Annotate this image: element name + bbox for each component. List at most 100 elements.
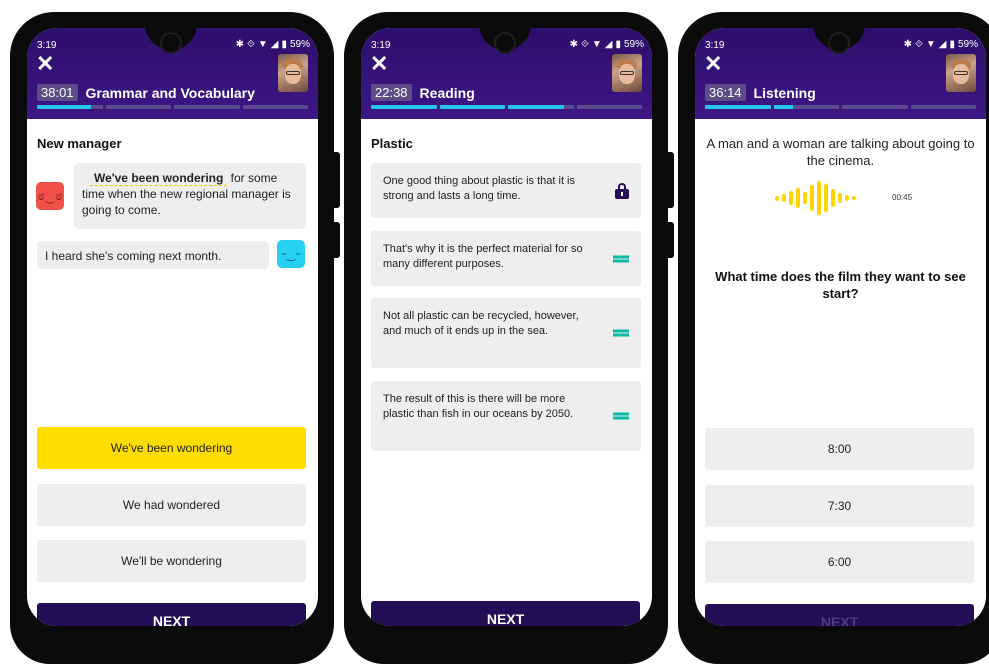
next-button[interactable]: NEXT	[705, 604, 974, 626]
camera-notch	[494, 32, 516, 54]
signal-icon: ◢	[938, 39, 947, 50]
answer-option[interactable]: 6:00	[705, 541, 974, 583]
reply-text: I heard she's coming next month.	[45, 249, 222, 263]
signal-icon: ◢	[604, 39, 613, 50]
next-button[interactable]: NEXT	[37, 603, 306, 626]
screen: 3:19 ✱ ⟐ ▼ ◢ ▮ 59% ✕ 22:38 Reading Plast…	[361, 28, 652, 626]
status-icons: ✱ ⟐ ▼ ◢ ▮ 59%	[570, 39, 644, 50]
progress-segment	[105, 105, 171, 109]
answer-option[interactable]: We had wondered	[37, 484, 306, 526]
status-icons: ✱ ⟐ ▼ ◢ ▮ 59%	[236, 39, 310, 50]
progress-segment	[37, 105, 103, 109]
progress-bar	[371, 105, 642, 109]
progress-bar	[37, 105, 308, 109]
battery-icon: ▮	[949, 39, 955, 50]
answer-label: 7:30	[827, 499, 852, 513]
paragraph-text: One good thing about plastic is that it …	[383, 175, 576, 202]
screen: 3:19 ✱ ⟐ ▼ ◢ ▮ 59% ✕ 36:14 Listening A m…	[695, 28, 986, 626]
side-button	[668, 222, 674, 258]
answer-label: 6:00	[827, 555, 852, 569]
task-title: New manager	[37, 136, 122, 151]
close-icon[interactable]: ✕	[704, 53, 722, 75]
section-title: Listening	[753, 84, 816, 101]
answer-option[interactable]: 8:00	[705, 428, 974, 470]
paragraph-card[interactable]: Not all plastic can be recycled, however…	[371, 298, 641, 368]
bluetooth-icon: ✱	[903, 39, 912, 50]
answer-blank[interactable]: We've been wondering	[90, 171, 228, 186]
smiling-face-icon: ᵕ‿ᵕ	[277, 240, 305, 268]
next-label: NEXT	[152, 613, 191, 626]
lock-icon	[615, 182, 629, 199]
progress-segment	[371, 105, 437, 109]
battery-icon: ▮	[615, 39, 621, 50]
phone-grammar: 3:19 ✱ ⟐ ▼ ◢ ▮ 59% ✕ 38:01 Grammar and V…	[10, 12, 340, 664]
answer-label: We'll be wondering	[121, 554, 222, 568]
answer-label: We've been wondering	[110, 441, 233, 455]
progress-segment	[174, 105, 240, 109]
task-title: Plastic	[371, 136, 413, 151]
drag-handle-icon[interactable]	[613, 329, 629, 337]
progress-bar	[705, 105, 976, 109]
side-button	[334, 222, 340, 258]
timer: 38:01	[37, 84, 78, 101]
progress-segment	[576, 105, 642, 109]
audio-waveform-icon[interactable]	[775, 180, 856, 216]
status-time: 3:19	[705, 40, 725, 51]
phone-listening: 3:19 ✱ ⟐ ▼ ◢ ▮ 59% ✕ 36:14 Listening A m…	[678, 12, 989, 664]
vibrate-icon: ⟐	[914, 39, 923, 50]
timer-row: 38:01 Grammar and Vocabulary	[37, 84, 255, 101]
side-button	[668, 152, 674, 208]
bluetooth-icon: ✱	[235, 39, 244, 50]
timer-row: 22:38 Reading	[371, 84, 475, 101]
camera-notch	[160, 32, 182, 54]
phone-reading: 3:19 ✱ ⟐ ▼ ◢ ▮ 59% ✕ 22:38 Reading Plast…	[344, 12, 674, 664]
next-label: NEXT	[486, 611, 525, 626]
screen: 3:19 ✱ ⟐ ▼ ◢ ▮ 59% ✕ 38:01 Grammar and V…	[27, 28, 318, 626]
battery-icon: ▮	[281, 39, 287, 50]
wifi-icon: ▼	[591, 39, 602, 50]
timer: 36:14	[705, 84, 746, 101]
side-button	[334, 152, 340, 208]
answer-option[interactable]: 7:30	[705, 485, 974, 527]
speech-bubble: We've been wondering for some time when …	[74, 163, 306, 229]
content: Plastic One good thing about plastic is …	[361, 119, 652, 626]
paragraph-text: Not all plastic can be recycled, however…	[383, 310, 579, 337]
wifi-icon: ▼	[257, 39, 268, 50]
audio-prompt: A man and a woman are talking about goin…	[706, 136, 975, 168]
bluetooth-icon: ✱	[569, 39, 578, 50]
audio-duration: 00:45	[892, 193, 913, 202]
close-icon[interactable]: ✕	[36, 53, 54, 75]
camera-notch	[828, 32, 850, 54]
paragraph-card[interactable]: That's why it is the perfect material fo…	[371, 231, 641, 286]
status-time: 3:19	[37, 40, 57, 51]
paragraph-card[interactable]: The result of this is there will be more…	[371, 381, 641, 451]
reply-bubble: I heard she's coming next month.	[37, 241, 269, 269]
close-icon[interactable]: ✕	[370, 53, 388, 75]
battery-level: 59%	[289, 39, 310, 50]
status-icons: ✱ ⟐ ▼ ◢ ▮ 59%	[904, 39, 978, 50]
progress-segment	[842, 105, 908, 109]
answer-label: We had wondered	[122, 498, 221, 512]
timer: 22:38	[371, 84, 412, 101]
progress-segment	[910, 105, 976, 109]
answer-label: 8:00	[827, 442, 852, 456]
next-label: NEXT	[820, 614, 859, 626]
avatar	[278, 54, 308, 92]
drag-handle-icon[interactable]	[613, 255, 629, 262]
paragraph-text: That's why it is the perfect material fo…	[383, 243, 583, 270]
progress-segment	[439, 105, 505, 109]
avatar	[946, 54, 976, 92]
answer-option[interactable]: We've been wondering	[37, 427, 306, 469]
battery-level: 59%	[623, 39, 644, 50]
battery-level: 59%	[957, 39, 978, 50]
next-button[interactable]: NEXT	[371, 601, 640, 626]
paragraph-card-locked: One good thing about plastic is that it …	[371, 163, 641, 218]
content: New manager ಠ‿ಠ We've been wondering for…	[27, 119, 318, 626]
paragraph-text: The result of this is there will be more…	[383, 393, 574, 420]
answer-option[interactable]: We'll be wondering	[37, 540, 306, 582]
section-title: Reading	[419, 84, 475, 101]
status-time: 3:19	[371, 40, 391, 51]
drag-handle-icon[interactable]	[613, 412, 629, 420]
timer-row: 36:14 Listening	[705, 84, 816, 101]
progress-segment	[773, 105, 839, 109]
